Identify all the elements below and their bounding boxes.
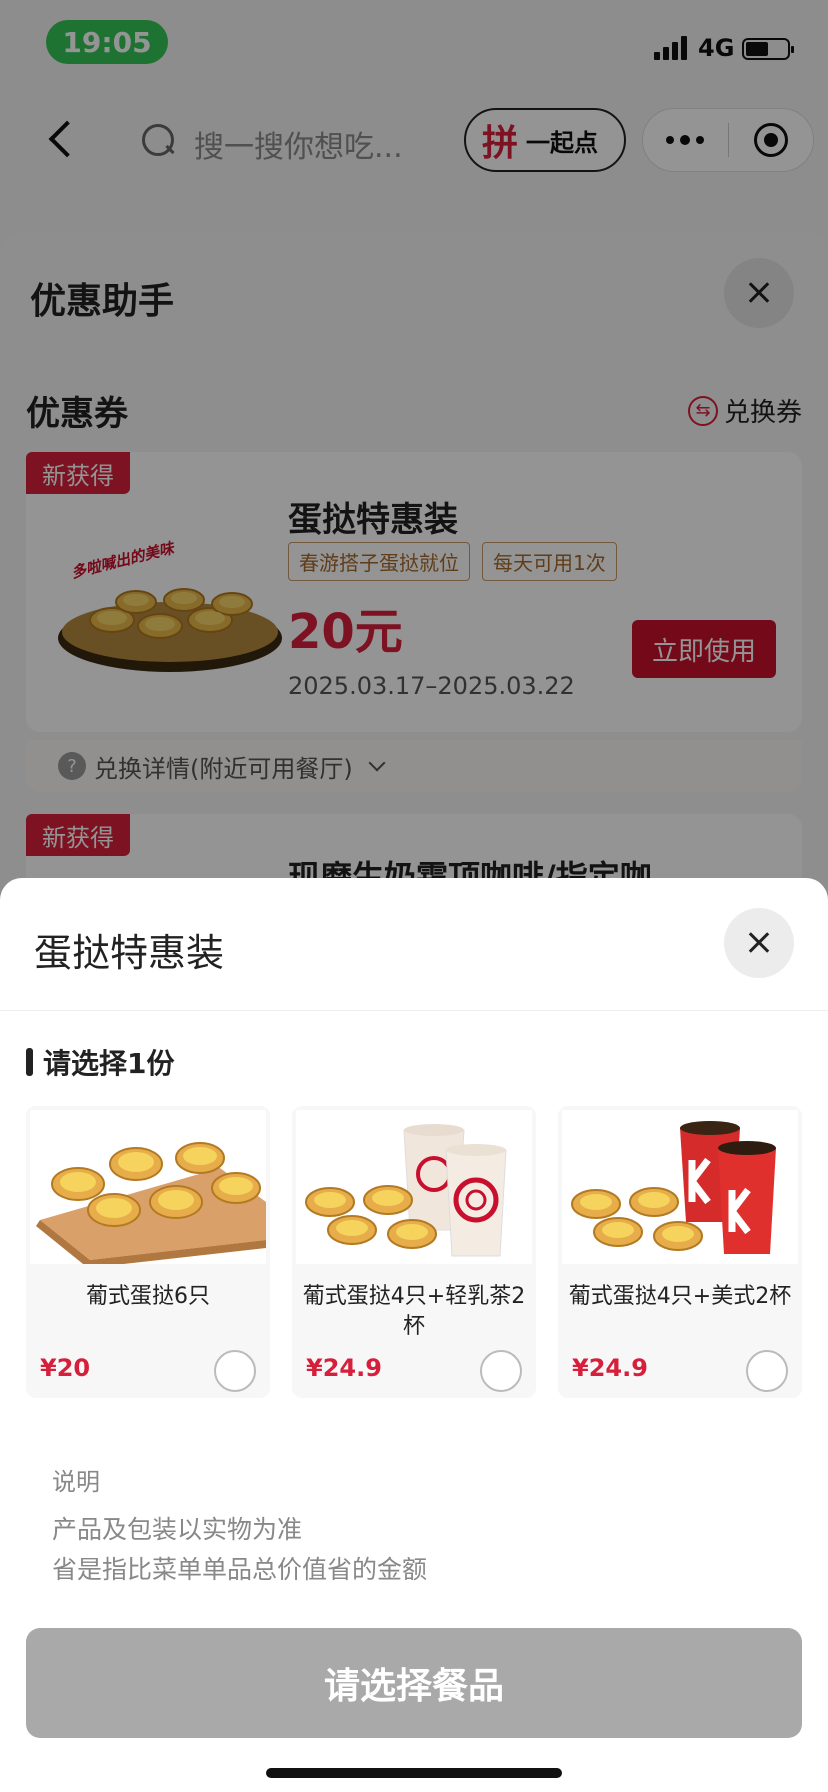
select-prompt: 请选择1份 [26, 1042, 174, 1082]
egg-tarts-6-image [30, 1110, 266, 1264]
option-price: ¥24.9 [572, 1354, 648, 1382]
meal-option[interactable]: 葡式蛋挞4只+轻乳茶2杯 ¥24.9 [292, 1106, 536, 1398]
egg-tarts-americano-image [562, 1110, 798, 1264]
meal-option[interactable]: 葡式蛋挞4只+美式2杯 ¥24.9 [558, 1106, 802, 1398]
option-radio[interactable] [214, 1350, 256, 1392]
divider [0, 1010, 828, 1011]
option-name: 葡式蛋挞4只+美式2杯 [568, 1284, 792, 1309]
egg-tarts-milk-tea-image [296, 1110, 532, 1264]
meal-option[interactable]: 葡式蛋挞6只 ¥20 [26, 1106, 270, 1398]
sheet-close-button[interactable] [724, 908, 794, 978]
select-prompt-label: 请选择1份 [43, 1047, 175, 1080]
option-price: ¥24.9 [306, 1354, 382, 1382]
meal-selection-sheet: 蛋挞特惠装 请选择1份 葡式蛋挞6只 ¥20 葡式蛋挞4只+轻乳茶2杯 ¥24.… [0, 878, 828, 1792]
option-list: 葡式蛋挞6只 ¥20 葡式蛋挞4只+轻乳茶2杯 ¥24.9 葡式蛋挞4只+美式2… [26, 1106, 802, 1398]
note-line: 省是指比菜单单品总价值省的金额 [52, 1555, 428, 1584]
section-marker [26, 1048, 33, 1076]
option-price: ¥20 [40, 1354, 91, 1382]
select-meal-button[interactable]: 请选择餐品 [26, 1628, 802, 1738]
option-radio[interactable] [480, 1350, 522, 1392]
option-radio[interactable] [746, 1350, 788, 1392]
option-name: 葡式蛋挞6只 [86, 1284, 210, 1309]
note-label: 说明 [52, 1468, 100, 1496]
note-line: 产品及包装以实物为准 [52, 1515, 303, 1544]
option-name: 葡式蛋挞4只+轻乳茶2杯 [302, 1284, 526, 1339]
sheet-title: 蛋挞特惠装 [34, 931, 225, 975]
app-screen: 19:05 4G 搜一搜你想吃... 拼 一起点 优惠助手 优惠券 ⇆ 兑换券 [0, 0, 828, 1792]
home-indicator[interactable] [266, 1768, 562, 1778]
